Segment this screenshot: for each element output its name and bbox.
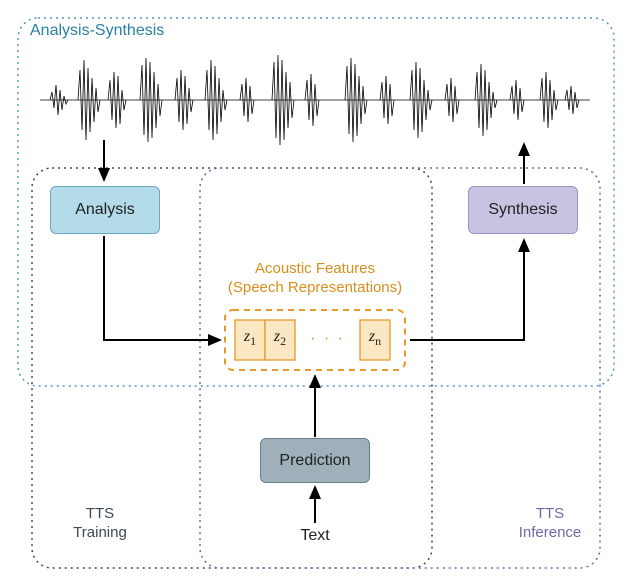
analysis-synthesis-title: Analysis-Synthesis — [30, 22, 164, 40]
prediction-box: Prediction — [260, 438, 370, 483]
analysis-box: Analysis — [50, 186, 160, 234]
feature-z1: z1 — [235, 328, 265, 349]
acoustic-features-label: Acoustic Features (Speech Representation… — [215, 260, 415, 298]
arrow-features-to-synthesis — [410, 240, 524, 340]
feature-dots: · · · — [300, 330, 355, 348]
feature-zn: zn — [360, 328, 390, 349]
prediction-label: Prediction — [279, 452, 350, 470]
acoustic-line1: Acoustic Features — [255, 260, 375, 277]
diagram-stage: Analysis-Synthesis Analysis Synthesis Pr… — [0, 0, 630, 582]
arrow-analysis-to-features — [104, 236, 220, 340]
tts-inference-label: TTSInference — [510, 505, 590, 543]
analysis-label: Analysis — [75, 201, 135, 219]
synthesis-label: Synthesis — [488, 201, 557, 219]
acoustic-line2: (Speech Representations) — [228, 279, 402, 296]
synthesis-box: Synthesis — [468, 186, 578, 234]
text-input-label: Text — [290, 527, 340, 545]
feature-z2: z2 — [265, 328, 295, 349]
tts-training-label: TTSTraining — [60, 505, 140, 543]
waveform — [40, 55, 590, 145]
